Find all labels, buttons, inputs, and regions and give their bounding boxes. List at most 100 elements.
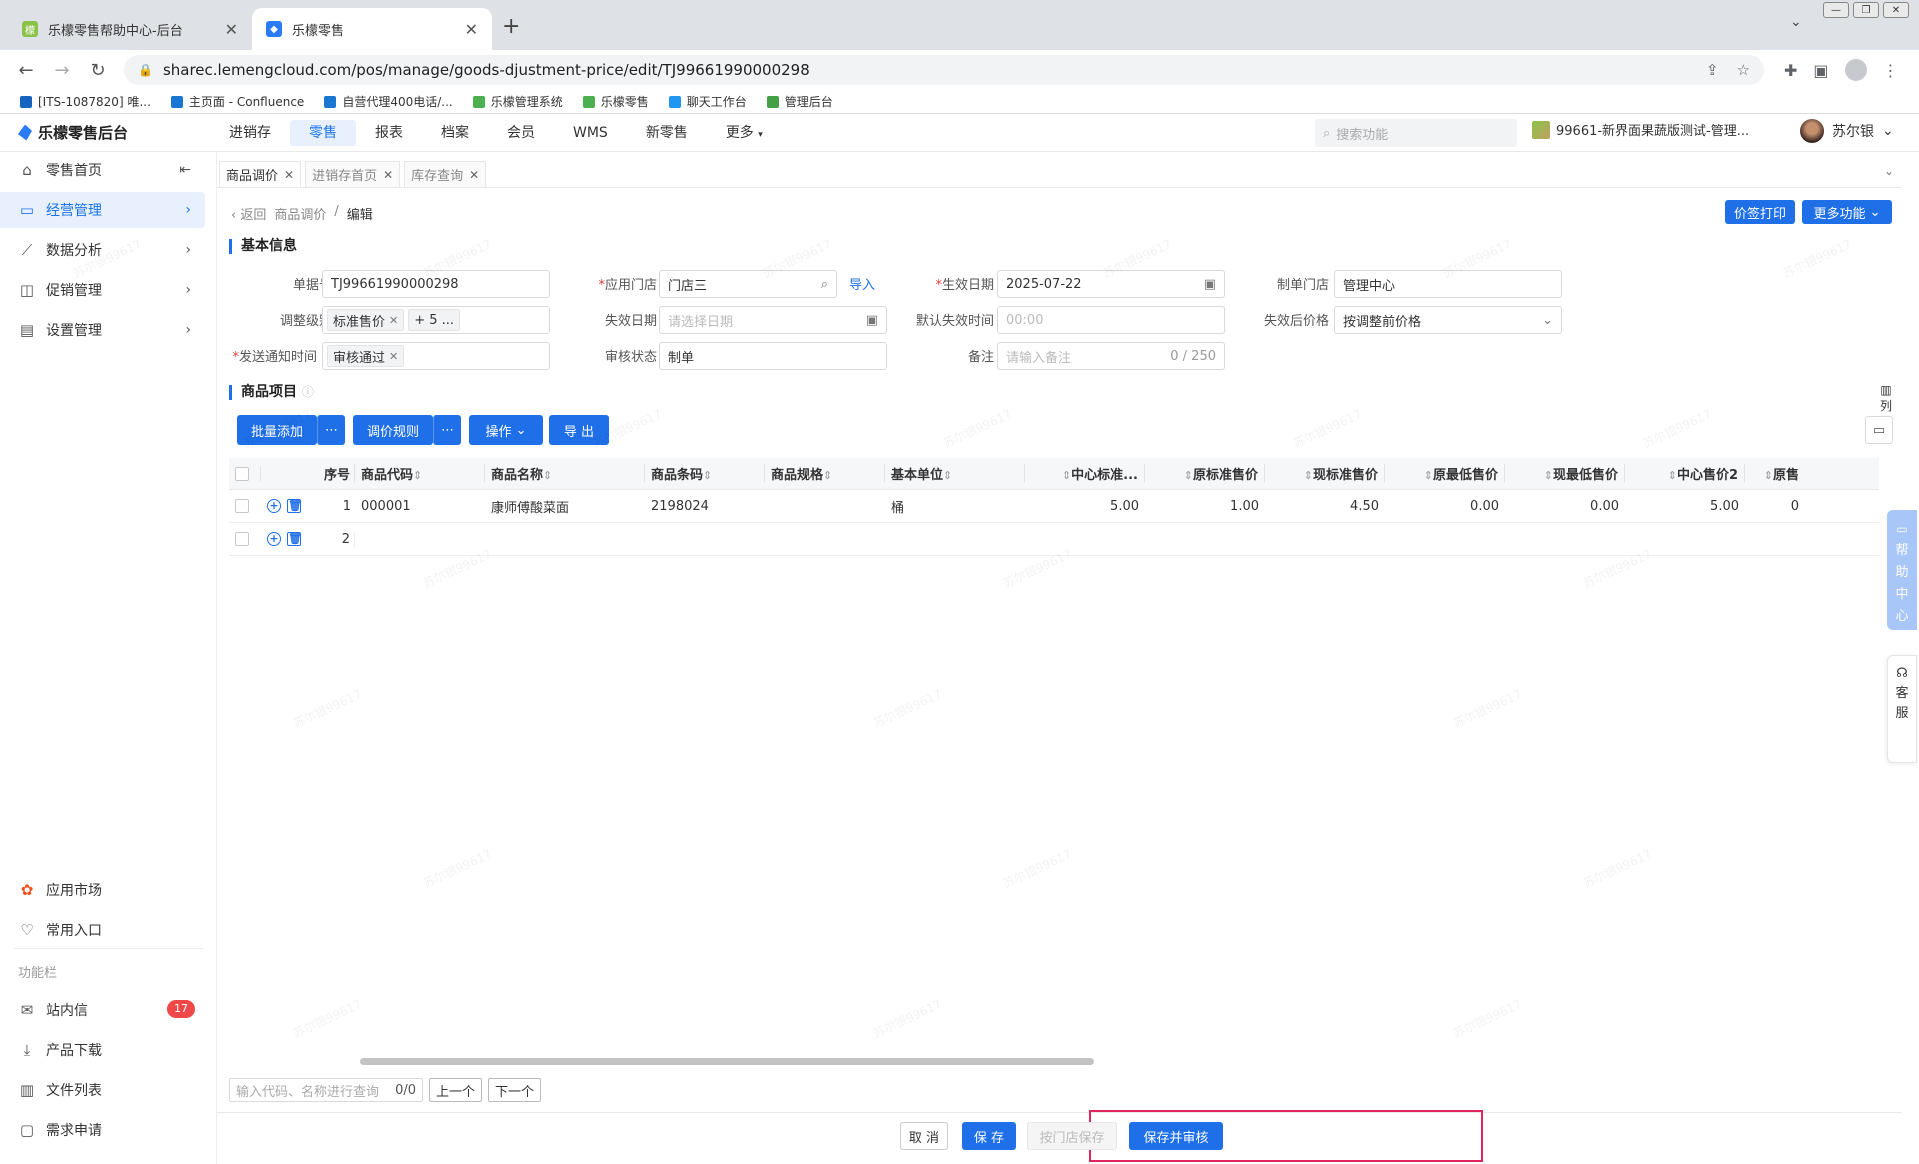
top-nav-member[interactable]: 会员: [488, 120, 554, 146]
price-tag-print-button[interactable]: 价签打印: [1725, 200, 1795, 224]
close-icon[interactable]: ✕: [389, 350, 398, 363]
select-all-checkbox[interactable]: [235, 466, 249, 481]
minimize-button[interactable]: —: [1823, 2, 1849, 18]
row-checkbox[interactable]: [235, 499, 249, 513]
col-barcode[interactable]: 商品条码⇕: [645, 464, 765, 483]
customer-service-float[interactable]: ☊ 客 服: [1887, 655, 1917, 763]
batch-add-more-button[interactable]: ⋯: [317, 415, 345, 445]
table-search-input[interactable]: 输入代码、名称进行查询 0/0: [229, 1078, 423, 1102]
bookmark-item[interactable]: 管理后台: [766, 93, 833, 110]
sidebar-item-messages[interactable]: ✉ 站内信 17: [0, 992, 205, 1028]
price-rules-button[interactable]: 调价规则: [353, 415, 433, 445]
col-spec[interactable]: 商品规格⇕: [765, 464, 885, 483]
expire-date-field[interactable]: 请选择日期 ▣: [659, 306, 887, 334]
sidebar-item-favorites[interactable]: ♡ 常用入口: [0, 912, 205, 948]
close-icon[interactable]: ✕: [284, 168, 294, 182]
delete-row-icon[interactable]: 🗑: [287, 532, 302, 546]
col-code[interactable]: 商品代码⇕: [355, 464, 485, 483]
tab-price-adjust[interactable]: 商品调价 ✕: [219, 161, 302, 187]
bookmark-item[interactable]: [ITS-1087820] 唯...: [20, 93, 151, 110]
import-link[interactable]: 导入: [849, 274, 875, 293]
side-panel-icon[interactable]: ▣: [1813, 61, 1828, 80]
col-cur-std[interactable]: ⇕现标准售价: [1265, 464, 1385, 483]
close-icon[interactable]: ✕: [469, 168, 479, 182]
make-store-field[interactable]: 管理中心: [1334, 270, 1562, 298]
sidebar-item-retail-home[interactable]: ⌂ 零售首页 ⇤: [0, 152, 205, 188]
bookmark-item[interactable]: 自营代理400电话/...: [324, 93, 453, 110]
column-toggle-tab[interactable]: ▥ 列: [1877, 382, 1895, 414]
help-circle-icon[interactable]: ⓘ: [302, 385, 314, 399]
col-cur-min[interactable]: ⇕现最低售价: [1505, 464, 1625, 483]
tab-inventory-home[interactable]: 进销存首页 ✕: [305, 161, 401, 187]
tab-search-chevron-icon[interactable]: ⌄: [1790, 14, 1802, 30]
restore-button[interactable]: ❐: [1853, 2, 1879, 18]
col-name[interactable]: 商品名称⇕: [485, 464, 645, 483]
save-and-audit-button[interactable]: 保存并审核: [1129, 1122, 1223, 1150]
close-icon[interactable]: ✕: [389, 314, 398, 327]
share-icon[interactable]: ⇪: [1706, 61, 1719, 79]
sidebar-item-promotion[interactable]: ◫ 促销管理 ›: [0, 272, 205, 308]
top-nav-retail[interactable]: 零售: [290, 119, 356, 146]
col-orig-min[interactable]: ⇕原最低售价: [1385, 464, 1505, 483]
sidebar-item-requests[interactable]: ▢ 需求申请: [0, 1112, 205, 1148]
col-center-std[interactable]: ⇕中心标准...: [1025, 464, 1145, 483]
back-arrow-icon[interactable]: ←: [8, 60, 44, 81]
add-row-icon[interactable]: +: [267, 532, 281, 546]
sidebar-item-app-market[interactable]: ✿ 应用市场: [0, 872, 205, 908]
help-center-float[interactable]: ▭ 帮 助 中 心: [1887, 510, 1917, 630]
next-match-button[interactable]: 下一个: [488, 1078, 542, 1102]
close-tab-icon[interactable]: ✕: [225, 20, 238, 39]
search-icon[interactable]: ⌕: [821, 277, 828, 292]
notify-time-field[interactable]: 审核通过 ✕: [322, 342, 550, 370]
cancel-button[interactable]: 取 消: [900, 1122, 948, 1150]
app-logo[interactable]: 乐檬零售后台: [0, 122, 200, 143]
export-button[interactable]: 导 出: [549, 415, 609, 445]
function-search-input[interactable]: ⌕ 搜索功能: [1315, 119, 1517, 147]
row-checkbox[interactable]: [235, 532, 249, 546]
col-unit[interactable]: 基本单位⇕: [885, 464, 1025, 483]
browser-tab-help[interactable]: 檬 乐檬零售帮助中心-后台 ✕: [8, 8, 252, 50]
new-tab-button[interactable]: +: [502, 14, 520, 39]
reload-icon[interactable]: ↻: [80, 60, 116, 81]
bookmark-item[interactable]: 主页面 - Confluence: [170, 93, 304, 110]
adjust-level-field[interactable]: 标准售价 ✕ + 5 ...: [322, 306, 550, 334]
sidebar-item-file-list[interactable]: ▥ 文件列表: [0, 1072, 205, 1108]
sidebar-item-downloads[interactable]: ⤓ 产品下载: [0, 1032, 205, 1068]
close-window-button[interactable]: ✕: [1883, 2, 1909, 18]
more-functions-button[interactable]: 更多功能 ⌄: [1802, 200, 1892, 224]
close-tab-icon[interactable]: ✕: [465, 20, 478, 39]
back-link[interactable]: ‹ 返回: [231, 204, 266, 223]
profile-avatar[interactable]: [1844, 59, 1867, 81]
browser-tab-lemeng[interactable]: ◆ 乐檬零售 ✕: [252, 8, 492, 50]
remark-field[interactable]: 请输入备注 0 / 250: [997, 342, 1225, 370]
default-expire-time-field[interactable]: 00:00: [997, 306, 1225, 334]
user-menu[interactable]: 苏尔银 ⌄: [1800, 119, 1894, 143]
top-nav-wms[interactable]: WMS: [554, 120, 627, 146]
extensions-icon[interactable]: ✚: [1784, 61, 1797, 80]
col-orig-x[interactable]: ⇕原售: [1745, 464, 1805, 483]
level-more-tag[interactable]: + 5 ...: [408, 309, 461, 331]
top-nav-reports[interactable]: 报表: [356, 120, 422, 146]
col-orig-std[interactable]: ⇕原标准售价: [1145, 464, 1265, 483]
bookmark-item[interactable]: 乐檬零售: [582, 93, 649, 110]
price-rules-more-button[interactable]: ⋯: [433, 415, 461, 445]
sidebar-item-operations[interactable]: ▭ 经营管理 ›: [0, 192, 205, 228]
delete-row-icon[interactable]: 🗑: [287, 499, 302, 513]
bookmark-item[interactable]: 乐檬管理系统: [472, 93, 563, 110]
effective-date-field[interactable]: 2025-07-22 ▣: [997, 270, 1225, 298]
top-nav-more[interactable]: 更多 ▾: [707, 120, 782, 146]
doc-no-field[interactable]: TJ99661990000298: [322, 270, 550, 298]
close-icon[interactable]: ✕: [383, 168, 393, 182]
url-field[interactable]: 🔒 sharec.lemengcloud.com/pos/manage/good…: [124, 55, 1764, 85]
chevron-down-icon[interactable]: ⌄: [1884, 164, 1894, 178]
after-expire-price-select[interactable]: 按调整前价格 ⌄: [1334, 306, 1562, 334]
top-nav-new-retail[interactable]: 新零售: [627, 120, 707, 146]
forward-arrow-icon[interactable]: →: [44, 60, 80, 81]
save-button[interactable]: 保 存: [962, 1122, 1016, 1150]
tab-stock-query[interactable]: 库存查询 ✕: [404, 161, 487, 187]
bookmark-item[interactable]: 聊天工作台: [668, 93, 747, 110]
breadcrumb-parent[interactable]: 商品调价: [274, 204, 326, 223]
apply-store-field[interactable]: 门店三 ⌕: [659, 270, 837, 298]
column-settings-button[interactable]: ▭: [1865, 416, 1893, 444]
cell-cur-min[interactable]: 0.00: [1505, 499, 1625, 514]
